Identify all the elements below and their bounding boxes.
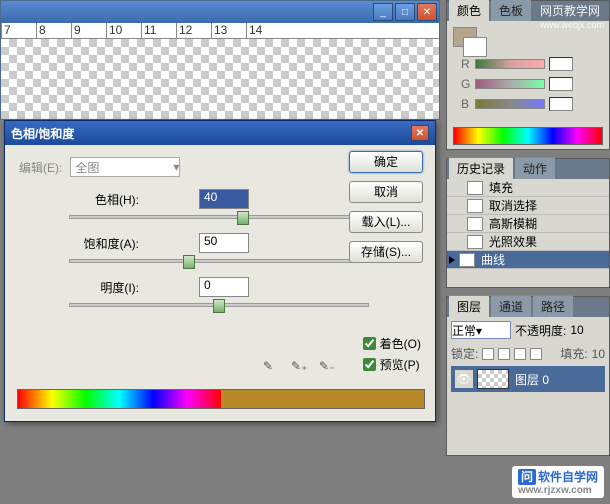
visibility-icon[interactable]: 👁	[455, 370, 473, 388]
preview-checkbox[interactable]	[363, 358, 376, 371]
colorize-checkbox[interactable]	[363, 337, 376, 350]
fill-value[interactable]: 10	[592, 347, 605, 361]
ok-button[interactable]: 确定	[349, 151, 423, 173]
g-slider[interactable]	[475, 79, 545, 89]
cancel-button[interactable]: 取消	[349, 181, 423, 203]
history-icon	[459, 253, 475, 267]
save-button[interactable]: 存储(S)...	[349, 241, 423, 263]
layer-row[interactable]: 👁 图层 0	[451, 366, 605, 392]
color-spectrum[interactable]	[453, 127, 603, 145]
eyedropper-subtract-icon[interactable]: ✎₋	[319, 359, 337, 377]
fg-bg-swatches[interactable]	[453, 27, 487, 57]
history-item[interactable]: 高斯模糊	[447, 215, 609, 233]
history-icon	[467, 199, 483, 213]
document-window: _ □ ✕ 7891011121314	[0, 0, 440, 120]
canvas[interactable]	[1, 39, 439, 119]
history-icon	[467, 181, 483, 195]
watermark-top: 网页教学网www.webjx.com	[540, 2, 604, 31]
lightness-slider[interactable]	[69, 303, 369, 307]
background-swatch[interactable]	[463, 37, 487, 57]
lock-position[interactable]	[514, 348, 526, 360]
edit-select[interactable]: 全图▾	[70, 157, 180, 177]
edit-label: 编辑(E):	[19, 159, 62, 176]
history-item[interactable]: 光照效果	[447, 233, 609, 251]
b-value[interactable]	[549, 97, 573, 111]
gradient-preview	[17, 389, 425, 409]
r-value[interactable]	[549, 57, 573, 71]
eyedropper-add-icon[interactable]: ✎₊	[291, 359, 309, 377]
document-titlebar: _ □ ✕	[1, 1, 439, 23]
hue-input[interactable]: 40	[199, 189, 249, 209]
slider-thumb[interactable]	[183, 255, 195, 269]
saturation-label: 饱和度(A):	[59, 235, 139, 252]
opacity-label: 不透明度:	[515, 322, 566, 339]
slider-thumb[interactable]	[213, 299, 225, 313]
tab-layers[interactable]: 图层	[449, 295, 489, 317]
dialog-close-button[interactable]: ✕	[411, 125, 429, 141]
lock-pixels[interactable]	[498, 348, 510, 360]
fill-label: 填充:	[560, 345, 587, 362]
tab-actions[interactable]: 动作	[515, 157, 555, 179]
minimize-button[interactable]: _	[373, 3, 393, 21]
close-button[interactable]: ✕	[417, 3, 437, 21]
slider-thumb[interactable]	[237, 211, 249, 225]
lock-transparency[interactable]	[482, 348, 494, 360]
colorize-label: 着色(O)	[380, 335, 421, 352]
history-icon	[467, 217, 483, 231]
saturation-input[interactable]: 50	[199, 233, 249, 253]
eyedropper-icon[interactable]: ✎	[263, 359, 281, 377]
tab-history[interactable]: 历史记录	[449, 157, 513, 179]
preview-label: 预览(P)	[380, 356, 420, 373]
lightness-label: 明度(I):	[59, 279, 139, 296]
lightness-input[interactable]: 0	[199, 277, 249, 297]
hue-slider[interactable]	[69, 215, 369, 219]
chevron-down-icon: ▾	[173, 160, 179, 174]
history-item[interactable]: 填充	[447, 179, 609, 197]
saturation-slider[interactable]	[69, 259, 369, 263]
layers-panel: 图层 通道 路径 正常▾ 不透明度: 10 锁定: 填充: 10 👁 图层 0	[446, 296, 610, 456]
history-icon	[467, 235, 483, 249]
hue-label: 色相(H):	[59, 191, 139, 208]
play-icon	[449, 256, 455, 264]
chevron-down-icon: ▾	[476, 324, 482, 338]
b-slider[interactable]	[475, 99, 545, 109]
tab-channels[interactable]: 通道	[491, 295, 531, 317]
g-value[interactable]	[549, 77, 573, 91]
maximize-button[interactable]: □	[395, 3, 415, 21]
r-slider[interactable]	[475, 59, 545, 69]
hue-saturation-dialog: 色相/饱和度 ✕ 编辑(E): 全图▾ 色相(H): 40 饱和度(A): 50…	[4, 120, 436, 422]
watermark-bottom: 问软件自学网 www.rjzxw.com	[512, 466, 604, 498]
horizontal-ruler: 7891011121314	[1, 23, 439, 39]
lock-label: 锁定:	[451, 345, 478, 362]
b-label: B	[461, 97, 475, 111]
dialog-titlebar[interactable]: 色相/饱和度 ✕	[5, 121, 435, 145]
tab-color[interactable]: 颜色	[449, 0, 489, 21]
g-label: G	[461, 77, 475, 91]
layer-name: 图层 0	[515, 371, 549, 388]
load-button[interactable]: 载入(L)...	[349, 211, 423, 233]
history-item-active[interactable]: 曲线	[447, 251, 609, 269]
r-label: R	[461, 57, 475, 71]
layer-thumbnail[interactable]	[477, 369, 509, 389]
tab-paths[interactable]: 路径	[533, 295, 573, 317]
history-panel: 历史记录 动作 填充 取消选择 高斯模糊 光照效果 曲线	[446, 158, 610, 288]
tab-swatch[interactable]: 色板	[491, 0, 531, 21]
lock-all[interactable]	[530, 348, 542, 360]
history-item[interactable]: 取消选择	[447, 197, 609, 215]
dialog-title: 色相/饱和度	[11, 125, 74, 142]
blend-mode-select[interactable]: 正常▾	[451, 321, 511, 339]
opacity-value[interactable]: 10	[570, 323, 583, 337]
